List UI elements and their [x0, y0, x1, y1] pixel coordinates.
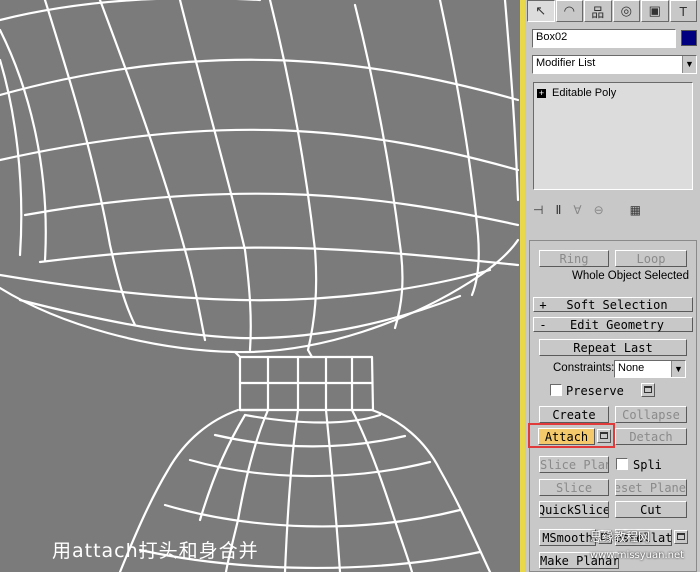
configure-sets-icon[interactable]: ▦: [630, 203, 641, 217]
modify-tab-icon[interactable]: ◠: [555, 0, 583, 22]
tutorial-caption: 用attach打头和身合并: [52, 540, 259, 562]
object-color-swatch[interactable]: [681, 30, 697, 46]
chevron-down-icon: ▼: [671, 361, 685, 377]
split-label: Spli: [633, 458, 662, 472]
tessellate-settings-icon[interactable]: [674, 530, 688, 544]
edit-geometry-rollout-header[interactable]: - Edit Geometry: [533, 317, 693, 332]
motion-tab-icon[interactable]: ◎: [612, 0, 640, 22]
stack-item-editable-poly[interactable]: + Editable Poly: [537, 86, 689, 100]
soft-selection-rollout-header[interactable]: + Soft Selection: [533, 297, 693, 312]
modifier-stack[interactable]: + Editable Poly: [533, 82, 693, 190]
constraints-label: Constraints:: [553, 362, 615, 374]
attach-highlight-box: [528, 423, 615, 448]
modifier-list-dropdown[interactable]: Modifier List ▼: [532, 55, 697, 74]
quickslice-button[interactable]: QuickSlice: [539, 501, 609, 518]
utilities-tab-icon[interactable]: T: [669, 0, 697, 22]
hierarchy-tab-icon[interactable]: 品: [584, 0, 612, 22]
expand-plus-icon[interactable]: +: [537, 88, 546, 98]
detach-button[interactable]: Detach: [615, 428, 687, 445]
constraints-dropdown[interactable]: None ▼: [614, 360, 686, 378]
watermark-text: 思缘教程网: [590, 530, 651, 544]
remove-modifier-icon[interactable]: ⊖: [594, 203, 604, 217]
preserve-checkbox[interactable]: [550, 384, 562, 396]
viewport-perspective[interactable]: 用attach打头和身合并: [0, 0, 520, 572]
object-name-field[interactable]: Box02: [532, 29, 676, 48]
display-tab-icon[interactable]: ▣: [641, 0, 669, 22]
cut-button[interactable]: Cut: [615, 501, 687, 518]
repeat-last-button[interactable]: Repeat Last: [539, 339, 687, 356]
preserve-label: Preserve: [566, 384, 624, 398]
collapse-button[interactable]: Collapse: [615, 406, 687, 423]
create-tab-icon[interactable]: ↖: [527, 0, 555, 22]
slice-plane-button[interactable]: Slice Plane: [539, 456, 609, 473]
slice-button[interactable]: Slice: [539, 479, 609, 496]
loop-button[interactable]: Loop: [615, 250, 687, 267]
command-panel-tabs: ↖ ◠ 品 ◎ ▣ T: [527, 0, 698, 24]
show-end-result-icon[interactable]: Ⅱ: [555, 203, 561, 217]
wireframe-mesh: [0, 0, 520, 572]
chevron-down-icon: ▼: [682, 56, 696, 73]
msmooth-button[interactable]: MSmooth: [539, 529, 596, 546]
selection-status: Whole Object Selected: [572, 270, 689, 282]
ring-button[interactable]: Ring: [539, 250, 609, 267]
make-unique-icon[interactable]: ∀: [573, 203, 581, 217]
reset-plane-button[interactable]: Reset Plane: [615, 479, 687, 496]
preserve-settings-icon[interactable]: [641, 383, 655, 397]
watermark-url: www.missyuan.net: [590, 550, 685, 561]
split-checkbox[interactable]: [616, 458, 628, 470]
create-button[interactable]: Create: [539, 406, 609, 423]
pin-stack-icon[interactable]: ⊣: [533, 203, 543, 217]
stack-tools: ⊣ Ⅱ ∀ ⊖ ▦: [533, 200, 693, 220]
